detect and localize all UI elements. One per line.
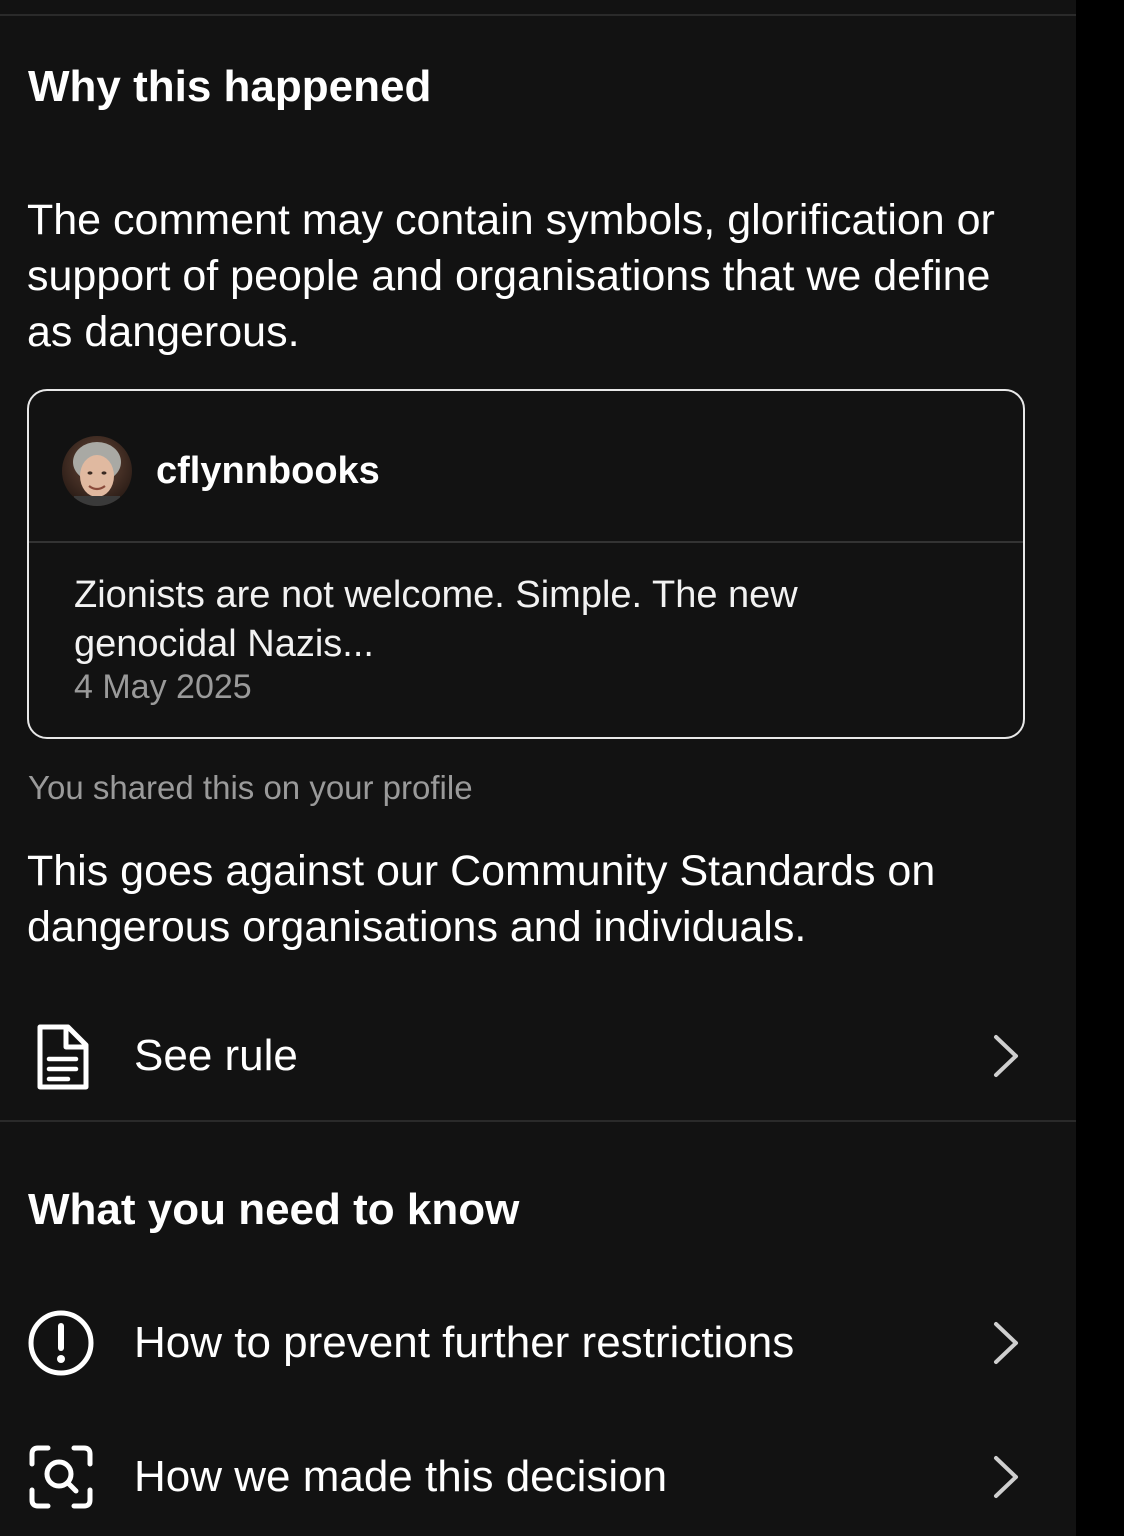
- document-icon: [26, 1021, 96, 1091]
- comment-card[interactable]: cflynnbooks Zionists are not welcome. Si…: [27, 389, 1025, 739]
- section-title-why: Why this happened: [28, 62, 432, 111]
- explanation-text: The comment may contain symbols, glorifi…: [27, 196, 995, 356]
- prevent-restrictions-label: How to prevent further restrictions: [134, 1318, 795, 1367]
- chevron-right-icon: [988, 1320, 1022, 1366]
- see-rule-label: See rule: [134, 1031, 298, 1080]
- section-title-know: What you need to know: [28, 1185, 520, 1234]
- comment-text: Zionists are not welcome. Simple. The ne…: [74, 574, 798, 665]
- comment-date: 4 May 2025: [74, 668, 252, 706]
- scan-search-icon: [26, 1442, 96, 1512]
- exclamation-circle-icon: [26, 1308, 96, 1378]
- card-divider: [29, 541, 1023, 543]
- standards-text: This goes against our Community Standard…: [27, 847, 936, 951]
- chevron-right-icon: [988, 1454, 1022, 1500]
- restriction-details-panel: Why this happened The comment may contai…: [0, 0, 1076, 1536]
- section-divider: [0, 1120, 1076, 1122]
- chevron-right-icon: [988, 1033, 1022, 1079]
- comment-username[interactable]: cflynnbooks: [156, 449, 380, 493]
- avatar: [62, 436, 132, 506]
- see-rule-row[interactable]: See rule: [0, 1003, 1076, 1103]
- decision-info-label: How we made this decision: [134, 1452, 668, 1501]
- prevent-restrictions-row[interactable]: How to prevent further restrictions: [0, 1290, 1076, 1390]
- shared-note: You shared this on your profile: [28, 769, 473, 806]
- decision-info-row[interactable]: How we made this decision: [0, 1424, 1076, 1524]
- top-divider: [0, 14, 1076, 16]
